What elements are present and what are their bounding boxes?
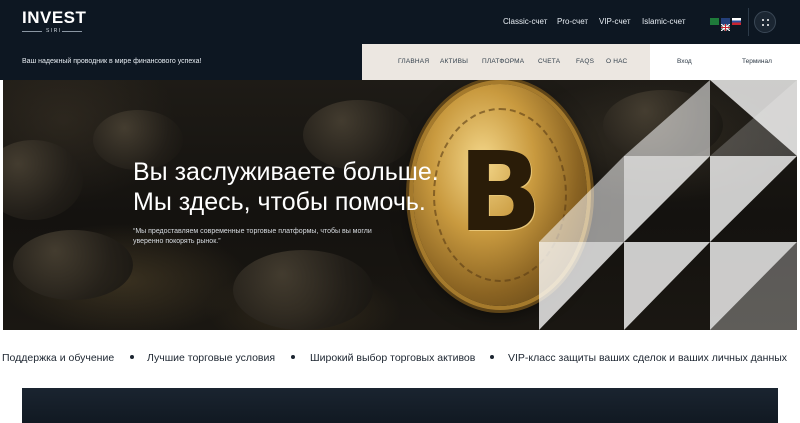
hero-headline-line2: Мы здесь, чтобы помочь.: [133, 188, 426, 216]
hero-headline: Вы заслуживаете больше. Мы здесь, чтобы …: [133, 157, 439, 217]
nav-about[interactable]: О НАС: [606, 58, 627, 65]
language-selector: [710, 18, 742, 32]
hero-headline-line1: Вы заслуживаете больше.: [133, 158, 439, 186]
top-header: INVEST SIRI Classic-счет Pro-счет VIP-сч…: [0, 0, 800, 44]
pro-account-link[interactable]: Pro-счет: [557, 17, 588, 26]
next-section-panel: [22, 388, 778, 423]
bullet-dot-icon: [490, 355, 494, 359]
russia-flag-icon[interactable]: [732, 18, 741, 25]
login-link[interactable]: Вход: [677, 58, 692, 65]
nav-accounts[interactable]: СЧЕТА: [538, 58, 560, 65]
site-tagline: Ваш надежный проводник в мире финансовог…: [22, 58, 202, 65]
arabic-flag-icon[interactable]: [710, 18, 719, 25]
uk-cross-icon: [720, 23, 731, 32]
account-type-nav: Classic-счет Pro-счет VIP-счет Islamic-с…: [0, 17, 800, 29]
bullet-dot-icon: [291, 355, 295, 359]
nav-assets[interactable]: АКТИВЫ: [440, 58, 468, 65]
vip-account-link[interactable]: VIP-счет: [599, 17, 630, 26]
feature-support: Поддержка и обучение: [2, 352, 115, 364]
dot-icon: [762, 19, 764, 21]
classic-account-link[interactable]: Classic-счет: [503, 17, 547, 26]
decor-triangle: [710, 156, 797, 242]
nav-home[interactable]: ГЛАВНАЯ: [398, 58, 429, 65]
islamic-account-link[interactable]: Islamic-счет: [642, 17, 685, 26]
grid-menu-button[interactable]: [754, 11, 776, 33]
decor-triangle: [539, 156, 624, 242]
sub-header: Ваш надежный проводник в мире финансовог…: [0, 44, 800, 80]
nav-faqs[interactable]: FAQS: [576, 58, 594, 65]
decor-triangle: [624, 242, 710, 330]
terminal-link[interactable]: Терминал: [742, 58, 772, 65]
dot-icon: [767, 19, 769, 21]
logo-rule-left: [22, 31, 42, 32]
decor-triangle: [624, 80, 710, 156]
decor-triangle: [624, 156, 710, 242]
header-divider: [748, 8, 749, 36]
feature-security: VIP-класс защиты ваших сделок и ваших ли…: [508, 352, 788, 364]
hero-quote: “Мы предоставляем современные торговые п…: [133, 228, 372, 245]
dot-icon: [767, 24, 769, 26]
logo-rule-right: [62, 31, 82, 32]
feature-assets: Широкий выбор торговых активов: [310, 352, 476, 364]
main-navigation: ГЛАВНАЯ АКТИВЫ ПЛАТФОРМА СЧЕТА FAQS О НА…: [362, 44, 650, 80]
feature-conditions: Лучшие торговые условия: [147, 352, 276, 364]
nav-platform[interactable]: ПЛАТФОРМА: [482, 58, 524, 65]
dot-icon: [762, 24, 764, 26]
hero-banner: B Вы заслуживаете больше. Мы здесь, чтоб…: [3, 80, 797, 330]
auth-area: Вход Терминал: [650, 44, 800, 80]
features-ticker: Поддержка и обучение Лучшие торговые усл…: [0, 352, 800, 366]
decor-triangle: [539, 242, 624, 330]
uk-flag-icon[interactable]: [720, 18, 731, 32]
bullet-dot-icon: [130, 355, 134, 359]
